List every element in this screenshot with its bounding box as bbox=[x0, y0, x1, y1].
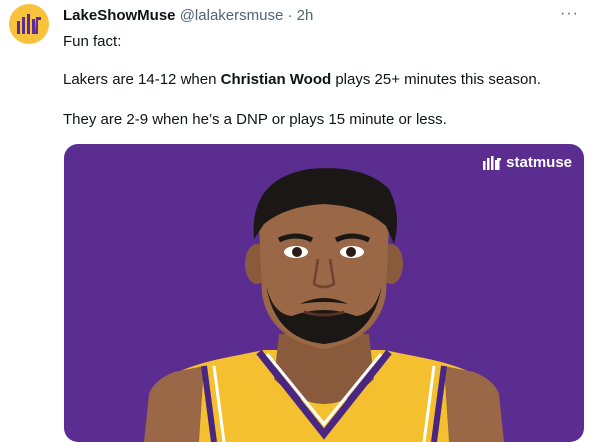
display-name[interactable]: LakeShowMuse bbox=[63, 7, 176, 24]
player-illustration bbox=[144, 168, 504, 442]
tweet-text-line-1: Fun fact: bbox=[63, 33, 122, 50]
statmuse-logo-icon bbox=[17, 14, 41, 34]
tweet-text-line-2: Lakers are 14-12 when Christian Wood pla… bbox=[63, 70, 541, 90]
statmuse-logo-icon bbox=[483, 155, 502, 170]
more-options-icon[interactable]: ··· bbox=[560, 4, 579, 24]
tweet-header: LakeShowMuse @lalakersmuse · 2h bbox=[63, 6, 313, 26]
player-name: Christian Wood bbox=[220, 71, 332, 88]
avatar[interactable] bbox=[9, 4, 49, 44]
tweet-text-line-3: They are 2-9 when he’s a DNP or plays 15… bbox=[63, 111, 447, 128]
separator: · bbox=[287, 7, 293, 24]
tweet[interactable]: LakeShowMuse @lalakersmuse · 2h ··· Fun … bbox=[0, 0, 593, 442]
brand-name: statmuse bbox=[506, 154, 572, 171]
user-handle[interactable]: @lalakersmuse bbox=[180, 7, 284, 24]
text-segment: plays 25+ minutes this season. bbox=[331, 71, 541, 88]
statmuse-brand: statmuse bbox=[483, 154, 572, 171]
text-segment: Lakers are 14-12 when bbox=[63, 71, 221, 88]
timestamp[interactable]: 2h bbox=[297, 7, 314, 24]
tweet-media-image[interactable]: statmuse bbox=[64, 144, 584, 442]
